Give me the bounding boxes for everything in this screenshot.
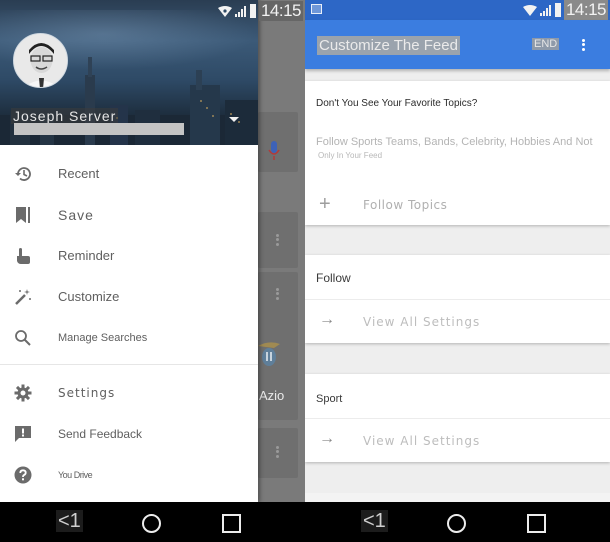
topics-card-description: Follow Sports Teams, Bands, Celebrity, H… <box>316 136 593 148</box>
back-button[interactable]: <1 <box>361 510 388 532</box>
menu-item-label: Manage Searches <box>58 331 148 344</box>
menu-item-settings[interactable]: Settings <box>0 372 258 413</box>
menu-item-label: Recent <box>58 166 100 181</box>
follow-topics-button[interactable]: + Follow Topics <box>305 189 610 219</box>
menu-item-customize[interactable]: Customize <box>0 276 258 317</box>
home-button[interactable] <box>142 514 161 533</box>
navigation-bar: <1 <box>305 502 610 542</box>
sport-section-card: Sport → View All Settings <box>305 374 610 462</box>
end-button[interactable]: END <box>532 38 560 50</box>
drawer-menu-primary: Recent Save Reminder Customize Manage Se… <box>0 145 258 358</box>
status-time: 14:15 <box>258 1 303 21</box>
right-screen: 14:15 Customize The Feed END Don't You S… <box>305 0 610 542</box>
left-screen: Azio 14:15 Joseph Server Recent Save Rem… <box>0 0 305 542</box>
view-all-settings-button[interactable]: → View All Settings <box>305 419 610 462</box>
section-title: Follow <box>316 271 351 285</box>
microphone-icon <box>268 140 280 167</box>
menu-item-label: Send Feedback <box>58 426 143 441</box>
team-logo-icon <box>258 340 280 366</box>
view-all-settings-button[interactable]: → View All Settings <box>305 300 610 343</box>
feedback-icon <box>0 425 58 443</box>
search-icon <box>0 329 58 347</box>
recent-apps-button[interactable] <box>222 514 241 533</box>
reminder-hand-icon <box>0 247 58 265</box>
view-all-settings-label: View All Settings <box>363 315 481 329</box>
wifi-icon <box>217 5 232 17</box>
more-vert-icon <box>276 232 280 247</box>
menu-item-you-drive[interactable]: You Drive <box>0 454 258 495</box>
home-button[interactable] <box>447 514 466 533</box>
follow-section-card: Follow → View All Settings <box>305 255 610 343</box>
signal-icon <box>234 5 246 17</box>
arrow-right-icon: → <box>319 430 335 447</box>
topics-card-description-continued: Only In Your Feed <box>318 151 383 160</box>
image-notification-icon <box>311 4 322 14</box>
favorite-topics-card: Don't You See Your Favorite Topics? Foll… <box>305 81 610 225</box>
battery-icon <box>249 4 256 18</box>
bookmark-icon <box>0 206 58 224</box>
topics-card-title: Don't You See Your Favorite Topics? <box>316 98 478 109</box>
drawer-menu-secondary: Settings Send Feedback You Drive <box>0 372 258 495</box>
app-bar: Customize The Feed END <box>305 20 610 69</box>
menu-item-manage-searches[interactable]: Manage Searches <box>0 317 258 358</box>
more-vert-icon[interactable] <box>582 37 586 52</box>
menu-item-label: Reminder <box>58 248 115 263</box>
navigation-bar: <1 <box>0 502 305 542</box>
menu-item-label: Settings <box>58 385 116 400</box>
view-all-settings-label: View All Settings <box>363 434 481 448</box>
menu-item-label: You Drive <box>58 469 93 480</box>
gear-icon <box>0 384 58 402</box>
page-title: Customize The Feed <box>317 36 460 55</box>
history-icon <box>0 165 58 183</box>
avatar[interactable] <box>13 33 68 88</box>
menu-divider <box>0 364 258 365</box>
menu-item-label: Save <box>58 206 94 223</box>
background-label: Azio <box>259 388 285 403</box>
magic-wand-icon <box>0 288 58 306</box>
plus-icon: + <box>319 193 331 215</box>
user-email-redacted <box>14 123 184 135</box>
recent-apps-button[interactable] <box>527 514 546 533</box>
more-vert-icon <box>276 286 280 301</box>
more-vert-icon <box>276 444 280 459</box>
navigation-drawer: Joseph Server Recent Save Reminder Custo… <box>0 0 258 502</box>
menu-item-send-feedback[interactable]: Send Feedback <box>0 413 258 454</box>
status-bar: 14:15 <box>305 0 610 20</box>
menu-item-label: Customize <box>58 289 120 304</box>
battery-icon <box>554 3 561 17</box>
menu-item-reminder[interactable]: Reminder <box>0 235 258 276</box>
follow-topics-label: Follow Topics <box>363 198 448 212</box>
status-time: 14:15 <box>563 0 608 20</box>
wifi-icon <box>522 4 537 16</box>
account-dropdown-icon[interactable] <box>229 117 239 122</box>
signal-icon <box>539 4 551 16</box>
user-name: Joseph Server <box>11 108 119 124</box>
status-bar: 14:15 <box>0 0 305 22</box>
section-title: Sport <box>316 393 343 405</box>
menu-item-recent[interactable]: Recent <box>0 153 258 194</box>
arrow-right-icon: → <box>319 311 335 328</box>
back-button[interactable]: <1 <box>56 510 83 532</box>
help-icon <box>0 466 58 484</box>
menu-item-save[interactable]: Save <box>0 194 258 235</box>
